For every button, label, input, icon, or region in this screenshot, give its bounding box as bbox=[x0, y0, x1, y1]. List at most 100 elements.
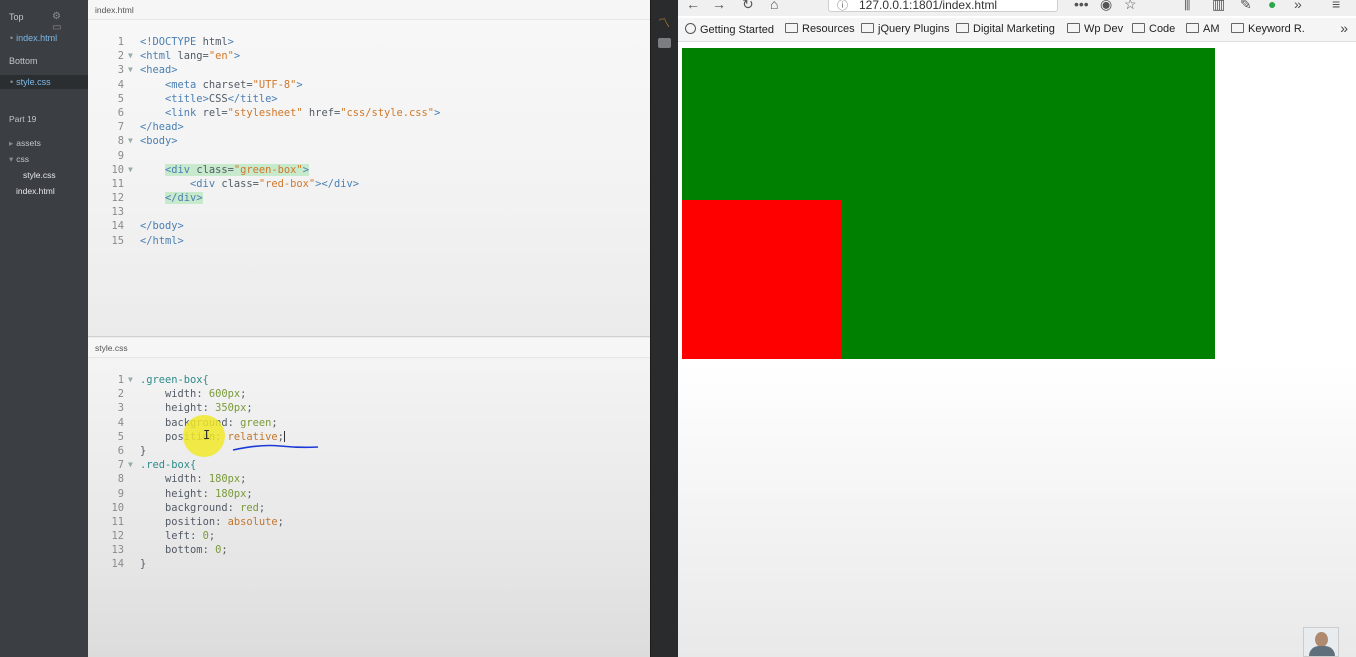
line-number: 2 bbox=[117, 50, 124, 63]
fold-arrow-icon[interactable]: ▼ bbox=[128, 63, 133, 77]
line-number: 13 bbox=[111, 206, 124, 219]
code-area[interactable]: 1 <!DOCTYPE html> 2 ▼ <html lang="en"> 3 ▼ <hea… bbox=[88, 35, 650, 248]
line-number: 15 bbox=[111, 234, 124, 247]
tree-folder-assets[interactable]: ▸ assets bbox=[9, 138, 41, 149]
code-line[interactable]: 10 ▼ <div class="green-box"> bbox=[88, 163, 650, 177]
bookmark-resources[interactable]: Resources bbox=[785, 23, 855, 35]
code-text: width: 600px; bbox=[165, 388, 247, 401]
code-text: height: 180px; bbox=[165, 487, 253, 500]
code-line[interactable]: 9 height: 180px; bbox=[88, 487, 650, 501]
code-area[interactable]: 1 ▼ .green-box{2 width: 600px; 3 height: 35… bbox=[88, 373, 650, 572]
code-line[interactable]: 5 <title>CSS</title> bbox=[88, 92, 650, 106]
editor-pane-top[interactable]: index.html 1 <!DOCTYPE html> 2 ▼ <html lang=… bbox=[88, 0, 650, 337]
reload-icon[interactable]: ↻ bbox=[742, 0, 754, 13]
page-actions-icon[interactable]: ••• bbox=[1074, 0, 1089, 12]
code-text: <meta charset="UTF-8"> bbox=[165, 78, 303, 91]
bookmark-label: Keyword R. bbox=[1248, 23, 1305, 35]
menu-icon[interactable]: ≡ bbox=[1332, 0, 1340, 12]
code-line[interactable]: 11 <div class="red-box"></div> bbox=[88, 177, 650, 191]
line-number: 9 bbox=[117, 149, 124, 162]
bookmark-jquery-plugins[interactable]: jQuery Plugins bbox=[861, 23, 950, 35]
code-line[interactable]: 9 bbox=[88, 149, 650, 163]
code-line[interactable]: 7 </head> bbox=[88, 120, 650, 134]
file-label: index.html bbox=[16, 33, 58, 43]
editor-toolbar-strip: 〽 bbox=[650, 0, 678, 657]
line-number: 8 bbox=[117, 473, 124, 486]
home-icon[interactable]: ⌂ bbox=[770, 0, 778, 12]
code-line[interactable]: 10 background: red; bbox=[88, 501, 650, 515]
editor-pane-bottom[interactable]: style.css 1 ▼ .green-box{2 width: 600px; 3 … bbox=[88, 338, 650, 657]
overflow-icon[interactable]: » bbox=[1294, 0, 1302, 12]
bookmark-am[interactable]: AM bbox=[1186, 23, 1220, 35]
more-bookmarks-icon[interactable]: » bbox=[1340, 20, 1348, 36]
code-line[interactable]: 12 left: 0; bbox=[88, 529, 650, 543]
url-bar[interactable]: ⓘ 127.0.0.1:1801/index.html bbox=[828, 0, 1058, 12]
code-line[interactable]: 8 ▼ <body> bbox=[88, 134, 650, 148]
code-line[interactable]: 1 <!DOCTYPE html> bbox=[88, 35, 650, 49]
code-line[interactable]: 4 background: green; bbox=[88, 416, 650, 430]
code-text: </head> bbox=[140, 121, 184, 134]
code-line[interactable]: 3 height: 350px; bbox=[88, 401, 650, 415]
grammarly-icon[interactable]: ● bbox=[1268, 0, 1276, 12]
bookmarks-toolbar: Getting Started Resources jQuery Plugins… bbox=[678, 18, 1356, 42]
code-line[interactable]: 5 position: relative; bbox=[88, 430, 650, 444]
line-number: 11 bbox=[111, 177, 124, 190]
sidebar-file-style-css[interactable]: • style.css bbox=[0, 75, 88, 89]
code-line[interactable]: 3 ▼ <head> bbox=[88, 63, 650, 77]
line-number: 6 bbox=[117, 444, 124, 457]
url-text: 127.0.0.1:1801/index.html bbox=[859, 0, 998, 12]
file-label: style.css bbox=[16, 77, 51, 87]
code-line[interactable]: 6 <link rel="stylesheet" href="css/style… bbox=[88, 106, 650, 120]
sidebar-settings-icon[interactable]: ⚙ ▭ bbox=[52, 11, 88, 33]
pane-filename: style.css bbox=[88, 338, 650, 358]
fold-arrow-icon[interactable]: ▼ bbox=[128, 49, 133, 63]
fold-arrow-icon[interactable]: ▼ bbox=[128, 373, 133, 387]
code-line[interactable]: 2 width: 600px; bbox=[88, 387, 650, 401]
forward-icon[interactable]: → bbox=[712, 0, 726, 12]
sidebar-file-index-html[interactable]: • index.html bbox=[0, 31, 88, 45]
code-line[interactable]: 1 ▼ .green-box{ bbox=[88, 373, 650, 387]
pen-icon[interactable]: ✎ bbox=[1240, 0, 1252, 13]
fold-arrow-icon[interactable]: ▼ bbox=[128, 163, 133, 177]
folder-icon bbox=[1067, 23, 1080, 33]
code-line[interactable]: 11 position: absolute; bbox=[88, 515, 650, 529]
browser-window: ← → ↻ ⌂ ⓘ 127.0.0.1:1801/index.html ••• … bbox=[678, 0, 1356, 657]
fold-arrow-icon[interactable]: ▼ bbox=[128, 458, 133, 472]
code-line[interactable]: 6} bbox=[88, 444, 650, 458]
extension-manager-icon[interactable] bbox=[658, 38, 671, 48]
code-line[interactable]: 12 </div> bbox=[88, 191, 650, 205]
tree-folder-css[interactable]: ▾ css bbox=[9, 154, 29, 165]
code-line[interactable]: 15 </html> bbox=[88, 234, 650, 248]
sidebar-toggle-icon[interactable]: ▥ bbox=[1212, 0, 1225, 13]
code-line[interactable]: 2 ▼ <html lang="en"> bbox=[88, 49, 650, 63]
bookmark-keyword-r[interactable]: Keyword R. bbox=[1231, 23, 1305, 35]
tree-file-index-html[interactable]: index.html bbox=[16, 186, 55, 196]
code-text: bottom: 0; bbox=[165, 544, 228, 557]
bookmark-code[interactable]: Code bbox=[1132, 23, 1175, 35]
code-line[interactable]: 14} bbox=[88, 557, 650, 571]
back-icon[interactable]: ← bbox=[686, 0, 700, 12]
line-number: 14 bbox=[111, 220, 124, 233]
code-line[interactable]: 8 width: 180px; bbox=[88, 472, 650, 486]
line-number: 6 bbox=[117, 106, 124, 119]
line-number: 7 bbox=[117, 121, 124, 134]
library-icon[interactable]: ⫼ bbox=[1184, 0, 1190, 13]
code-line[interactable]: 4 <meta charset="UTF-8"> bbox=[88, 78, 650, 92]
code-line[interactable]: 13 bbox=[88, 205, 650, 219]
code-text: <!DOCTYPE html> bbox=[140, 36, 234, 48]
bookmark-digital-marketing[interactable]: Digital Marketing bbox=[956, 23, 1055, 35]
project-title[interactable]: Part 19 bbox=[9, 114, 36, 124]
fold-arrow-icon[interactable]: ▼ bbox=[128, 134, 133, 148]
code-line[interactable]: 13 bottom: 0; bbox=[88, 543, 650, 557]
code-line[interactable]: 7 ▼ .red-box{ bbox=[88, 458, 650, 472]
bookmark-getting-started[interactable]: Getting Started bbox=[685, 23, 774, 36]
pocket-icon[interactable]: ◉ bbox=[1100, 0, 1112, 13]
folder-icon bbox=[1186, 23, 1199, 33]
bookmark-wp-dev[interactable]: Wp Dev bbox=[1067, 23, 1123, 35]
code-line[interactable]: 14 </body> bbox=[88, 219, 650, 233]
info-icon[interactable]: ⓘ bbox=[837, 0, 848, 13]
tree-file-style-css[interactable]: style.css bbox=[23, 170, 56, 180]
live-preview-icon[interactable]: 〽 bbox=[658, 14, 670, 31]
browser-nav-bar: ← → ↻ ⌂ ⓘ 127.0.0.1:1801/index.html ••• … bbox=[678, 0, 1356, 16]
bookmark-star-icon[interactable]: ☆ bbox=[1124, 0, 1137, 13]
